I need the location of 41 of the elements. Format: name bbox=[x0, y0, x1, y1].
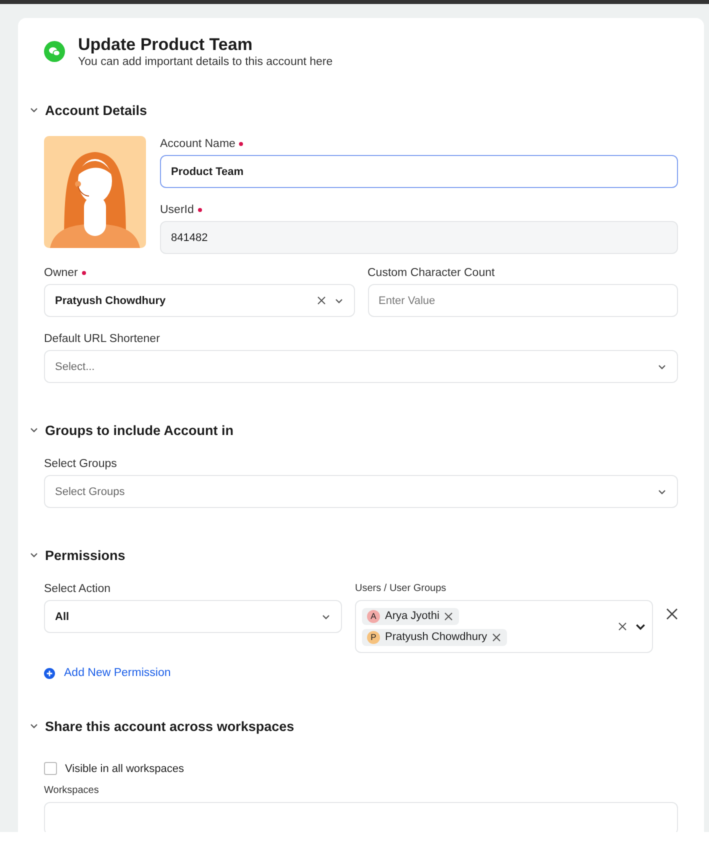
chevron-down-icon[interactable] bbox=[29, 425, 39, 435]
section-title: Share this account across workspaces bbox=[45, 718, 294, 734]
field-label: Select Groups bbox=[44, 457, 117, 472]
page-subtitle: You can add important details to this account here bbox=[78, 55, 333, 69]
character-count-field[interactable]: Enter Value bbox=[368, 284, 678, 317]
section-title: Account Details bbox=[45, 102, 148, 118]
user-chip[interactable]: A Arya Jyothi bbox=[362, 608, 460, 624]
chat-bubbles-icon bbox=[44, 41, 65, 62]
chevron-down-icon[interactable] bbox=[29, 550, 39, 560]
groups-select[interactable]: Select Groups bbox=[44, 475, 678, 508]
user-avatar: P bbox=[367, 630, 380, 644]
field-label: Default URL Shortener bbox=[44, 332, 160, 347]
owner-select[interactable]: Pratyush Chowdhury bbox=[44, 284, 354, 317]
remove-icon[interactable] bbox=[492, 632, 502, 642]
chevron-down-icon bbox=[635, 621, 646, 632]
url-shortener-select[interactable]: Select... bbox=[44, 350, 678, 383]
action-select[interactable]: All bbox=[44, 600, 342, 633]
field-label: Custom Character Count bbox=[368, 266, 495, 281]
checkbox[interactable] bbox=[44, 762, 57, 775]
field-label: UserId bbox=[160, 203, 194, 218]
chevron-down-icon[interactable] bbox=[29, 721, 39, 731]
page-title: Update Product Team bbox=[78, 34, 254, 55]
section-title: Permissions bbox=[45, 548, 126, 562]
field-label: Select Action bbox=[44, 582, 112, 597]
chevron-down-icon[interactable] bbox=[29, 105, 39, 115]
section-title: Groups to include Account in bbox=[45, 422, 234, 438]
checkbox-label: Visible in all workspaces bbox=[65, 762, 184, 774]
field-label: Workspaces bbox=[44, 784, 100, 798]
clear-icon bbox=[316, 296, 326, 305]
remove-icon[interactable] bbox=[444, 612, 454, 620]
account-name-field[interactable]: Product Team bbox=[160, 155, 678, 188]
field-label: Account Name bbox=[160, 137, 236, 152]
user-chip[interactable]: P Pratyush Chowdhury bbox=[362, 628, 508, 646]
clear-icon bbox=[618, 622, 627, 631]
add-permission-button[interactable]: Add New Permission bbox=[44, 667, 171, 679]
user-avatar: A bbox=[367, 610, 380, 622]
field-label: Owner bbox=[44, 266, 78, 281]
users-select[interactable]: A Arya Jyothi P Pratyush Chowdhury bbox=[355, 600, 653, 653]
close-icon[interactable] bbox=[666, 608, 678, 620]
field-label: Users / User Groups bbox=[355, 582, 448, 596]
plus-circle-icon bbox=[44, 668, 55, 678]
